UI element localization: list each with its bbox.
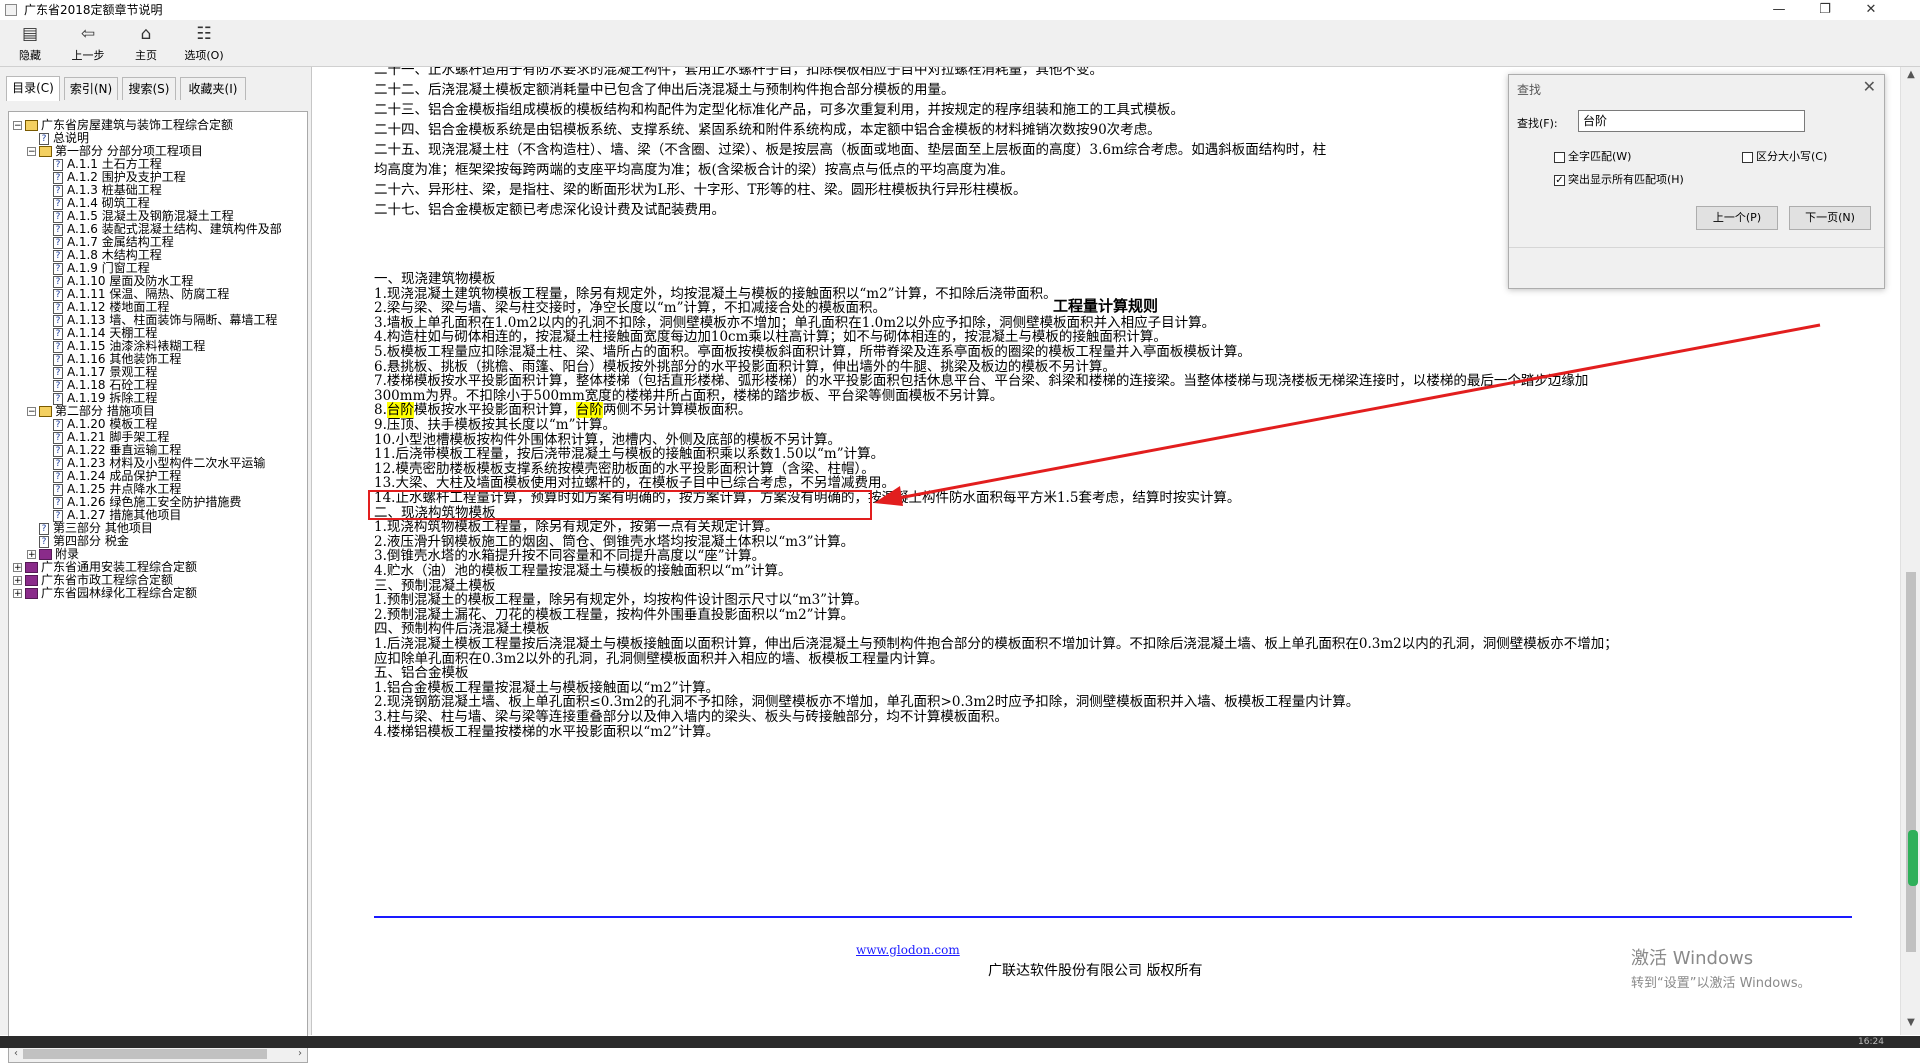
tree-item[interactable]: + 广东省园林绿化工程综合定额 <box>13 585 197 601</box>
content-line: 4.楼梯铝模板工程量按楼梯的水平投影面积以“m2”计算。 <box>374 723 720 740</box>
back-button[interactable]: ⇦ 上一步 <box>62 24 114 64</box>
expand-icon[interactable]: + <box>13 563 22 573</box>
highlight-all-label: 突出显示所有匹配项(H) <box>1568 173 1684 186</box>
match-case-label: 区分大小写(C) <box>1756 150 1828 163</box>
find-previous-button[interactable]: 上一个(P) <box>1696 206 1778 230</box>
taskbar-strip: 16:24 <box>0 1036 1920 1048</box>
toolbar: ▤ 隐藏 ⇦ 上一步 ⌂ 主页 ☷ 选项(O) <box>0 20 1920 67</box>
find-label: 查找(F): <box>1517 117 1558 130</box>
collapse-icon[interactable]: − <box>13 121 22 131</box>
title-bar: 广东省2018定额章节说明 — ❐ ✕ <box>0 0 1920 21</box>
options-button[interactable]: ☷ 选项(O) <box>178 24 230 64</box>
expand-icon[interactable]: + <box>13 589 22 599</box>
scroll-right-icon[interactable]: › <box>293 1046 307 1062</box>
whole-word-checkbox[interactable]: 全字匹配(W) <box>1554 148 1631 164</box>
activation-watermark-title: 激活 Windows <box>1631 948 1754 969</box>
scroll-thumb[interactable] <box>23 1049 267 1059</box>
maximize-button[interactable]: ❐ <box>1802 0 1848 20</box>
content-vertical-scrollbar[interactable]: ▲ ▼ <box>1900 67 1920 1035</box>
footer-copyright: 广联达软件股份有限公司 版权所有 <box>988 963 1203 979</box>
tab-search[interactable]: 搜索(S) <box>122 77 176 100</box>
rule-text: 两侧不另计算模板面积。 <box>602 402 752 419</box>
content-line: 二十一、止水螺杆适用于有防水要求的混凝土构件，套用止水螺杆子目，扣除模板相应子目… <box>374 67 1103 78</box>
expand-icon[interactable]: + <box>27 550 36 560</box>
annotation-arrow <box>874 323 1821 506</box>
close-button[interactable]: ✕ <box>1848 0 1894 20</box>
activation-watermark-subtitle: 转到“设置”以激活 Windows。 <box>1631 976 1811 991</box>
collapse-icon[interactable]: − <box>27 147 36 157</box>
content-line: 二十三、铝合金模板指组成模板的模板结构和构配件为定型化标准化产品，可多次重复利用… <box>374 102 1184 118</box>
options-icon: ☷ <box>196 24 212 44</box>
window-title: 广东省2018定额章节说明 <box>24 3 163 17</box>
hide-label: 隐藏 <box>19 49 41 62</box>
app-icon <box>5 4 17 16</box>
content-line: 二十七、铝合金模板定额已考虑深化设计费及试配装费用。 <box>374 202 725 218</box>
content-line: 二十四、铝合金模板系统是由铝模板系统、支撑系统、紧固系统和附件系统构成，本定额中… <box>374 122 1161 138</box>
vertical-scroll-thumb[interactable] <box>1906 572 1916 952</box>
find-dialog-separator <box>1509 247 1884 248</box>
content-line: 均高度为准；框架梁按每跨两端的支座平均高度为准；板(含梁板合计的梁）按高点与低点… <box>374 162 1014 178</box>
find-next-button[interactable]: 下一页(N) <box>1789 206 1871 230</box>
home-button[interactable]: ⌂ 主页 <box>120 24 172 64</box>
content-line: 二十六、异形柱、梁，是指柱、梁的断面形状为L形、十字形、T形等的柱、梁。圆形柱模… <box>374 182 1027 198</box>
find-input[interactable]: 台阶 <box>1578 110 1805 132</box>
annotation-highlight-box <box>368 490 872 520</box>
closed-book-icon <box>25 588 38 599</box>
highlight-all-checkbox[interactable]: ✓ 突出显示所有匹配项(H) <box>1554 171 1684 187</box>
tree-item-label: 广东省园林绿化工程综合定额 <box>41 586 198 600</box>
whole-word-box[interactable] <box>1554 151 1565 163</box>
home-icon: ⌂ <box>140 24 152 44</box>
home-label: 主页 <box>135 49 157 62</box>
contents-tree[interactable]: ‹ › − 广东省房屋建筑与装饰工程综合定额? 总说明 − 第一部分 分部分项工程项目?… <box>8 111 308 1063</box>
scroll-up-icon[interactable]: ▲ <box>1901 69 1920 80</box>
tab-index[interactable]: 索引(N) <box>64 77 118 100</box>
options-label: 选项(O) <box>184 49 224 62</box>
hide-button[interactable]: ▤ 隐藏 <box>4 24 56 64</box>
floating-side-handle[interactable] <box>1908 830 1918 886</box>
collapse-icon[interactable]: − <box>27 407 36 417</box>
expand-icon[interactable]: + <box>13 576 22 586</box>
navigation-pane: 目录(C) 索引(N) 搜索(S) 收藏夹(I) ‹ › − 广东省房屋建筑与装饰… <box>0 67 312 1063</box>
minimize-button[interactable]: — <box>1756 0 1802 20</box>
back-label: 上一步 <box>71 49 105 62</box>
content-line: 二十二、后浇混凝土模板定额消耗量中已包含了伸出后浇混凝土与预制构件抱合部分模板的… <box>374 82 955 98</box>
content-line: 二十五、现浇混凝土柱（不含构造柱）、墙、梁（不含圈、过梁）、板是按层高（板面或地… <box>374 142 1327 158</box>
scroll-left-icon[interactable]: ‹ <box>9 1046 23 1062</box>
footer-link[interactable]: www.glodon.com <box>856 943 960 957</box>
match-case-box[interactable] <box>1742 151 1753 163</box>
find-dialog: 查找 ✕ 查找(F): 台阶 全字匹配(W) 区分大小写(C) ✓ 突出显示所有匹… <box>1508 74 1885 289</box>
whole-word-label: 全字匹配(W) <box>1568 150 1632 163</box>
checkmark-icon[interactable]: ✓ <box>1554 174 1565 186</box>
match-case-checkbox[interactable]: 区分大小写(C) <box>1742 148 1827 164</box>
footer-divider <box>374 916 1852 918</box>
tab-favorites[interactable]: 收藏夹(I) <box>180 77 246 100</box>
hide-icon: ▤ <box>21 24 39 44</box>
scroll-down-icon[interactable]: ▼ <box>1901 1017 1920 1028</box>
tab-contents[interactable]: 目录(C) <box>6 76 60 101</box>
find-close-icon[interactable]: ✕ <box>1863 77 1876 96</box>
find-dialog-title: 查找 <box>1517 83 1542 97</box>
back-arrow-icon: ⇦ <box>80 24 96 44</box>
clock: 16:24 <box>1858 1037 1884 1047</box>
